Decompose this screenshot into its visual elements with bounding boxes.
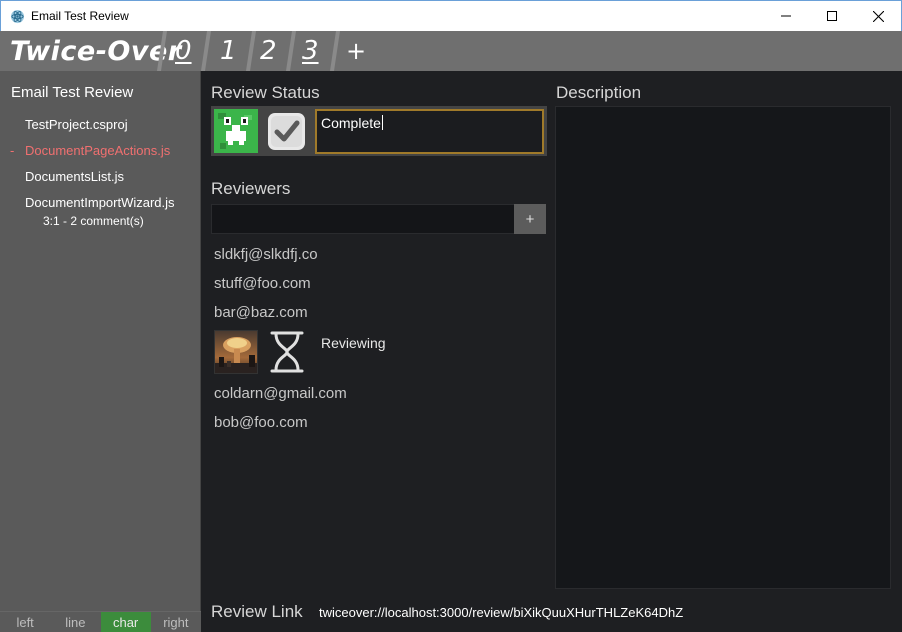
- minimize-button[interactable]: [763, 1, 809, 31]
- description-title: Description: [556, 83, 642, 102]
- review-link-value[interactable]: twiceover://localhost:3000/review/biXikQ…: [319, 605, 683, 620]
- reviewer-item[interactable]: stuff@foo.com: [214, 275, 311, 292]
- maximize-button[interactable]: [809, 1, 855, 31]
- reviewers-title: Reviewers: [211, 179, 291, 198]
- mode-right-button[interactable]: right: [150, 611, 201, 632]
- reviewer-item[interactable]: bob@foo.com: [214, 414, 308, 431]
- maximize-icon: [827, 11, 837, 21]
- file-sidebar: Email Test Review TestProject.csproj - D…: [0, 71, 201, 632]
- reviewer-email-input[interactable]: [211, 204, 515, 234]
- tab-0[interactable]: 0: [175, 36, 192, 66]
- reviewer-avatar: [214, 330, 258, 374]
- add-reviewer-button[interactable]: +: [514, 204, 546, 234]
- mode-line-button[interactable]: line: [50, 611, 101, 632]
- reviewer-status: Reviewing: [321, 335, 386, 351]
- app-icon: [10, 9, 25, 24]
- tab-separator: [157, 31, 167, 71]
- sidebar-title: Email Test Review: [11, 84, 134, 101]
- tab-2[interactable]: 2: [260, 36, 277, 66]
- tab-3[interactable]: 3: [302, 36, 319, 66]
- app-header: Twice-Over 0 1 2 3 +: [0, 31, 902, 71]
- tab-separator: [246, 31, 256, 71]
- close-icon: [872, 10, 884, 22]
- minimize-icon: [781, 15, 791, 17]
- mode-char-button[interactable]: char: [100, 611, 151, 632]
- main-panel: Review Status Complete Reviewers + sldkf…: [201, 71, 902, 632]
- review-link-label: Review Link: [211, 602, 303, 621]
- tab-separator: [286, 31, 296, 71]
- file-item[interactable]: DocumentsList.js: [25, 169, 124, 184]
- reviewer-item[interactable]: sldkfj@slkdfj.co: [214, 246, 318, 263]
- close-button[interactable]: [855, 1, 901, 31]
- review-status-input[interactable]: Complete: [315, 109, 544, 154]
- description-textarea[interactable]: [555, 106, 891, 589]
- active-file-marker: -: [10, 143, 15, 158]
- text-caret: [381, 115, 383, 130]
- file-comment-count[interactable]: 3:1 - 2 comment(s): [43, 214, 144, 228]
- tab-separator: [201, 31, 211, 71]
- hourglass-icon: [266, 330, 308, 374]
- review-status-value: Complete: [321, 115, 381, 131]
- checkmark-icon[interactable]: [266, 109, 308, 153]
- review-status-box: Complete: [211, 106, 547, 156]
- reviewer-item[interactable]: bar@baz.com: [214, 304, 308, 321]
- window-title: Email Test Review: [31, 9, 129, 23]
- mode-left-button[interactable]: left: [0, 611, 51, 632]
- file-item-active[interactable]: DocumentPageActions.js: [25, 143, 170, 158]
- add-tab-button[interactable]: +: [346, 37, 366, 65]
- tab-1[interactable]: 1: [220, 36, 237, 66]
- brand-logo[interactable]: Twice-Over: [10, 36, 182, 67]
- creeper-icon[interactable]: [214, 109, 258, 153]
- window-titlebar: Email Test Review: [0, 0, 902, 31]
- file-item[interactable]: DocumentImportWizard.js: [25, 195, 175, 210]
- file-item[interactable]: TestProject.csproj: [25, 117, 128, 132]
- tab-separator: [330, 31, 340, 71]
- review-status-title: Review Status: [211, 83, 320, 102]
- reviewer-item[interactable]: coldarn@gmail.com: [214, 385, 347, 402]
- diff-mode-bar: left line char right: [0, 611, 201, 632]
